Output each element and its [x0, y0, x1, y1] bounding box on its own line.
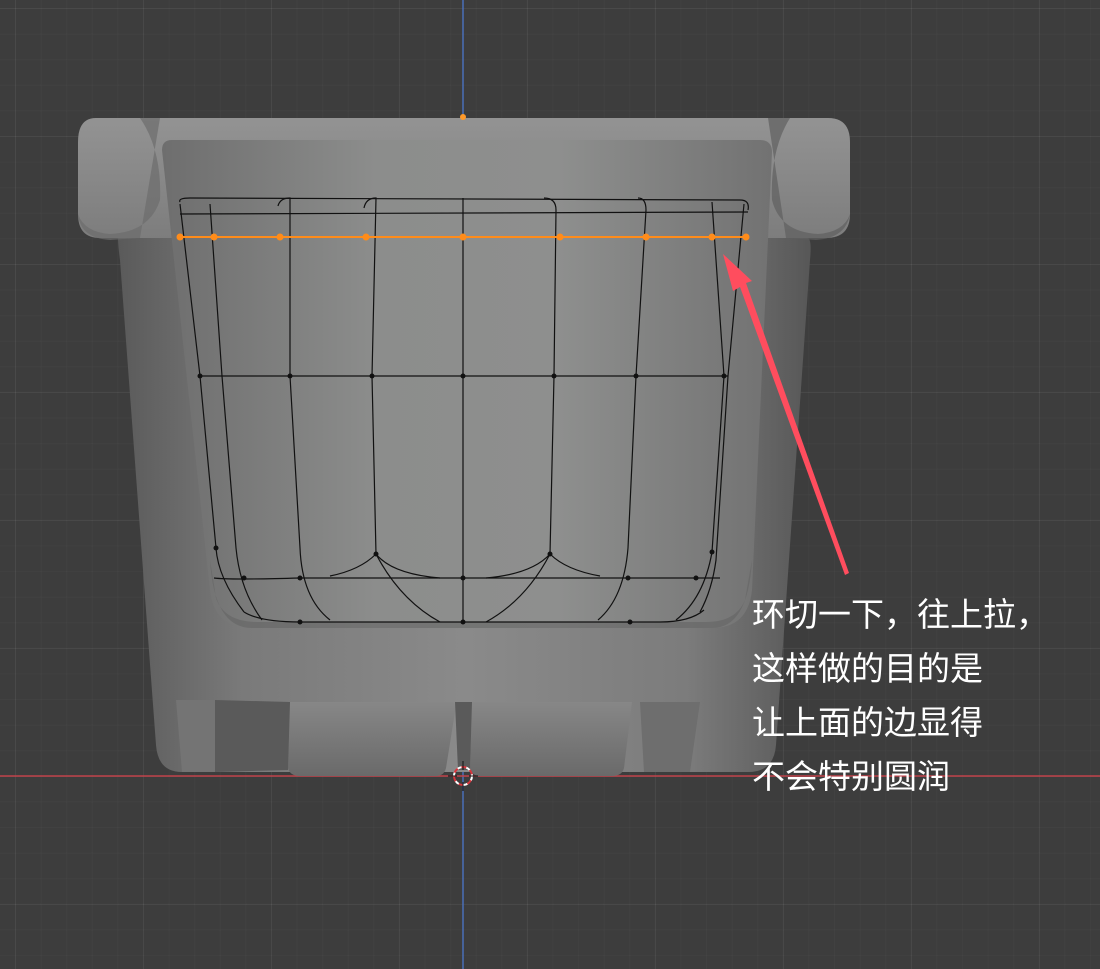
pot-foot-left: [176, 700, 215, 772]
pot-foot-center-right: [470, 702, 632, 776]
annotation-line: 这样做的目的是: [752, 649, 983, 688]
pot-foot-center-left: [288, 702, 456, 776]
viewport-scene: [0, 0, 1100, 969]
3d-viewport[interactable]: 环切一下，往上拉， 这样做的目的是 让上面的边显得 不会特别圆润: [0, 0, 1100, 969]
annotation-line: 让上面的边显得: [752, 703, 983, 742]
pot-foot-right: [640, 702, 700, 772]
annotation-line: 环切一下，往上拉，: [752, 595, 1049, 634]
annotation-text: 环切一下，往上拉， 这样做的目的是 让上面的边显得 不会特别圆润: [752, 588, 1100, 804]
annotation-line: 不会特别圆润: [752, 757, 950, 796]
object-origin-dot[interactable]: [460, 114, 466, 120]
